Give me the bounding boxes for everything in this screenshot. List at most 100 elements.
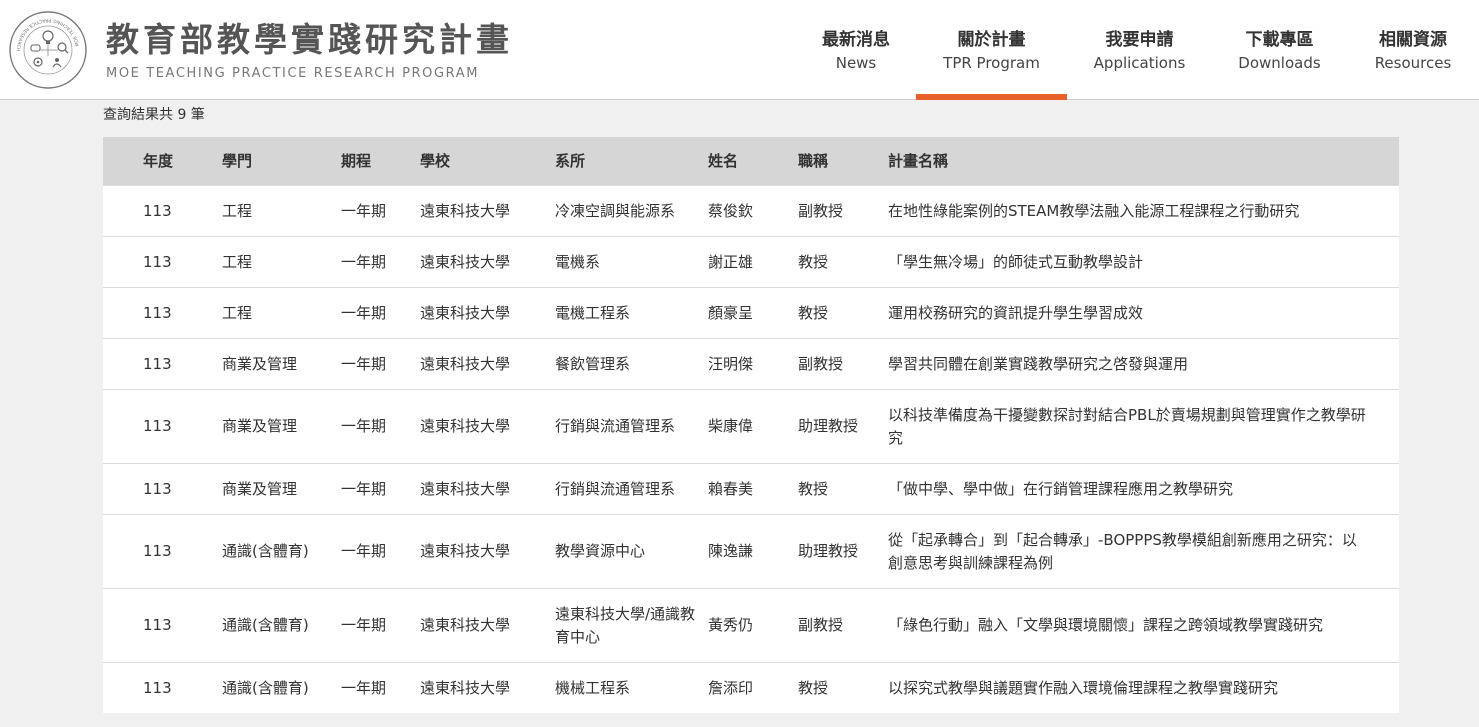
table-header: 年度 學門 期程 學校 系所 姓名 職稱 計畫名稱 bbox=[103, 137, 1399, 185]
nav-label-zh: 最新消息 bbox=[822, 30, 890, 50]
col-header-title: 職稱 bbox=[798, 151, 829, 170]
table-row[interactable]: 113 商業及管理 一年期 遠東科技大學 行銷與流通管理系 柴康偉 助理教授 以… bbox=[103, 389, 1399, 463]
site-header: MOE TEACHING PRACTICE RESEARCH PROGRAM 教… bbox=[0, 0, 1479, 100]
cell-name: 賴春美 bbox=[708, 479, 754, 498]
cell-project: 運用校務研究的資訊提升學生學習成效 bbox=[888, 303, 1144, 322]
site-title: 教育部教學實踐研究計畫 bbox=[106, 19, 513, 59]
nav-item-tpr-program[interactable]: 關於計畫 TPR Program bbox=[916, 0, 1067, 100]
cell-year: 113 bbox=[143, 479, 172, 498]
main-nav: 最新消息 News 關於計畫 TPR Program 我要申請 Applicat… bbox=[796, 0, 1479, 100]
cell-title: 副教授 bbox=[798, 201, 844, 220]
table-row[interactable]: 113 通識(含體育) 一年期 遠東科技大學 機械工程系 詹添印 教授 以探究式… bbox=[103, 662, 1399, 713]
cell-project: 以科技準備度為干擾變數探討對結合PBL於賣場規劃與管理實作之教學研究 bbox=[888, 405, 1366, 447]
cell-field: 工程 bbox=[222, 252, 253, 271]
cell-name: 蔡俊欽 bbox=[708, 201, 754, 220]
table-row[interactable]: 113 工程 一年期 遠東科技大學 冷凍空調與能源系 蔡俊欽 副教授 在地性綠能… bbox=[103, 185, 1399, 236]
cell-title: 教授 bbox=[798, 303, 829, 322]
cell-title: 副教授 bbox=[798, 616, 844, 634]
nav-item-resources[interactable]: 相關資源 Resources bbox=[1347, 0, 1479, 100]
cell-year: 113 bbox=[143, 252, 172, 271]
table-row[interactable]: 113 商業及管理 一年期 遠東科技大學 餐飲管理系 汪明傑 副教授 學習共同體… bbox=[103, 338, 1399, 389]
col-header-school: 學校 bbox=[420, 151, 451, 170]
nav-label-zh: 相關資源 bbox=[1379, 30, 1447, 50]
cell-duration: 一年期 bbox=[341, 201, 387, 220]
cell-field: 商業及管理 bbox=[222, 417, 298, 435]
cell-school: 遠東科技大學 bbox=[420, 201, 511, 220]
nav-label-en: Applications bbox=[1093, 54, 1186, 72]
table-row[interactable]: 113 通識(含體育) 一年期 遠東科技大學 遠東科技大學/通識教育中心 黃秀仍… bbox=[103, 588, 1399, 662]
cell-year: 113 bbox=[143, 616, 172, 634]
col-header-year: 年度 bbox=[143, 151, 174, 170]
nav-item-downloads[interactable]: 下載專區 Downloads bbox=[1212, 0, 1347, 100]
nav-label-en: Downloads bbox=[1238, 54, 1321, 72]
cell-project: 「做中學、學中做」在行銷管理課程應用之教學研究 bbox=[888, 479, 1234, 498]
nav-label-en: Resources bbox=[1374, 54, 1452, 72]
cell-field: 通識(含體育) bbox=[222, 616, 309, 634]
nav-item-applications[interactable]: 我要申請 Applications bbox=[1067, 0, 1212, 100]
cell-school: 遠東科技大學 bbox=[420, 417, 511, 435]
cell-field: 通識(含體育) bbox=[222, 678, 309, 697]
cell-name: 汪明傑 bbox=[708, 354, 754, 373]
cell-name: 謝正雄 bbox=[708, 252, 754, 271]
cell-field: 商業及管理 bbox=[222, 479, 298, 498]
cell-field: 工程 bbox=[222, 303, 253, 322]
logo-ring-text: MOE TEACHING PRACTICE RESEARCH PROGRAM bbox=[8, 10, 80, 52]
cell-name: 陳逸謙 bbox=[708, 542, 754, 560]
cell-department: 餐飲管理系 bbox=[555, 354, 631, 373]
cell-project: 在地性綠能案例的STEAM教學法融入能源工程課程之行動研究 bbox=[888, 201, 1300, 220]
nav-label-zh: 關於計畫 bbox=[957, 30, 1026, 50]
cell-duration: 一年期 bbox=[341, 479, 387, 498]
cell-title: 教授 bbox=[798, 252, 829, 271]
cell-project: 以探究式教學與議題實作融入環境倫理課程之教學實踐研究 bbox=[888, 678, 1279, 697]
cell-school: 遠東科技大學 bbox=[420, 303, 511, 322]
cell-school: 遠東科技大學 bbox=[420, 479, 511, 498]
logo-text-block: 教育部教學實踐研究計畫 MOE TEACHING PRACTICE RESEAR… bbox=[106, 20, 513, 81]
nav-label-zh: 我要申請 bbox=[1105, 30, 1174, 50]
table-row[interactable]: 113 工程 一年期 遠東科技大學 電機系 謝正雄 教授 「學生無冷場」的師徒式… bbox=[103, 236, 1399, 287]
nav-label-zh: 下載專區 bbox=[1245, 30, 1314, 50]
cell-department: 電機系 bbox=[555, 252, 601, 271]
cell-duration: 一年期 bbox=[341, 252, 387, 271]
cell-school: 遠東科技大學 bbox=[420, 354, 511, 373]
cell-department: 冷凍空調與能源系 bbox=[555, 201, 676, 220]
cell-project: 「綠色行動」融入「文學與環境關懷」課程之跨領域教學實踐研究 bbox=[888, 616, 1324, 634]
cell-duration: 一年期 bbox=[341, 542, 387, 560]
cell-duration: 一年期 bbox=[341, 303, 387, 322]
col-header-department: 系所 bbox=[555, 151, 586, 170]
site-logo[interactable]: MOE TEACHING PRACTICE RESEARCH PROGRAM 教… bbox=[8, 10, 513, 90]
cell-name: 詹添印 bbox=[708, 678, 754, 697]
cell-name: 顏豪呈 bbox=[708, 303, 754, 322]
cell-department: 教學資源中心 bbox=[555, 542, 646, 560]
cell-title: 副教授 bbox=[798, 354, 844, 373]
cell-year: 113 bbox=[143, 542, 172, 560]
col-header-field: 學門 bbox=[222, 151, 253, 170]
cell-year: 113 bbox=[143, 303, 172, 322]
cell-duration: 一年期 bbox=[341, 616, 387, 634]
table-row[interactable]: 113 商業及管理 一年期 遠東科技大學 行銷與流通管理系 賴春美 教授 「做中… bbox=[103, 463, 1399, 514]
svg-text:MOE TEACHING PRACTICE RESEARCH: MOE TEACHING PRACTICE RESEARCH PROGRAM bbox=[8, 10, 81, 52]
col-header-name: 姓名 bbox=[708, 151, 739, 170]
cell-name: 黃秀仍 bbox=[708, 616, 754, 634]
nav-item-news[interactable]: 最新消息 News bbox=[796, 0, 916, 100]
cell-title: 助理教授 bbox=[798, 417, 859, 435]
cell-duration: 一年期 bbox=[341, 354, 387, 373]
cell-department: 行銷與流通管理系 bbox=[555, 479, 676, 498]
cell-department: 機械工程系 bbox=[555, 678, 631, 697]
cell-year: 113 bbox=[143, 201, 172, 220]
col-header-project: 計畫名稱 bbox=[888, 151, 949, 170]
result-count: 查詢結果共 9 筆 bbox=[103, 107, 205, 123]
cell-project: 「學生無冷場」的師徒式互動教學設計 bbox=[888, 252, 1144, 271]
logo-emblem-icon: MOE TEACHING PRACTICE RESEARCH PROGRAM bbox=[8, 10, 87, 89]
cell-year: 113 bbox=[143, 354, 172, 373]
cell-department: 行銷與流通管理系 bbox=[555, 417, 676, 435]
cell-project: 從「起承轉合」到「起合轉承」-BOPPPS教學模組創新應用之研究：以創意思考與訓… bbox=[888, 530, 1357, 572]
cell-field: 通識(含體育) bbox=[222, 542, 309, 560]
table-row[interactable]: 113 通識(含體育) 一年期 遠東科技大學 教學資源中心 陳逸謙 助理教授 從… bbox=[103, 514, 1399, 588]
table-row[interactable]: 113 工程 一年期 遠東科技大學 電機工程系 顏豪呈 教授 運用校務研究的資訊… bbox=[103, 287, 1399, 338]
cell-field: 商業及管理 bbox=[222, 354, 298, 373]
results-table: 年度 學門 期程 學校 系所 姓名 職稱 計畫名稱 113 工程 一年期 遠東科… bbox=[103, 137, 1399, 713]
cell-title: 教授 bbox=[798, 479, 829, 498]
cell-year: 113 bbox=[143, 678, 172, 697]
cell-department: 遠東科技大學/通識教育中心 bbox=[555, 604, 696, 646]
cell-school: 遠東科技大學 bbox=[420, 616, 511, 634]
